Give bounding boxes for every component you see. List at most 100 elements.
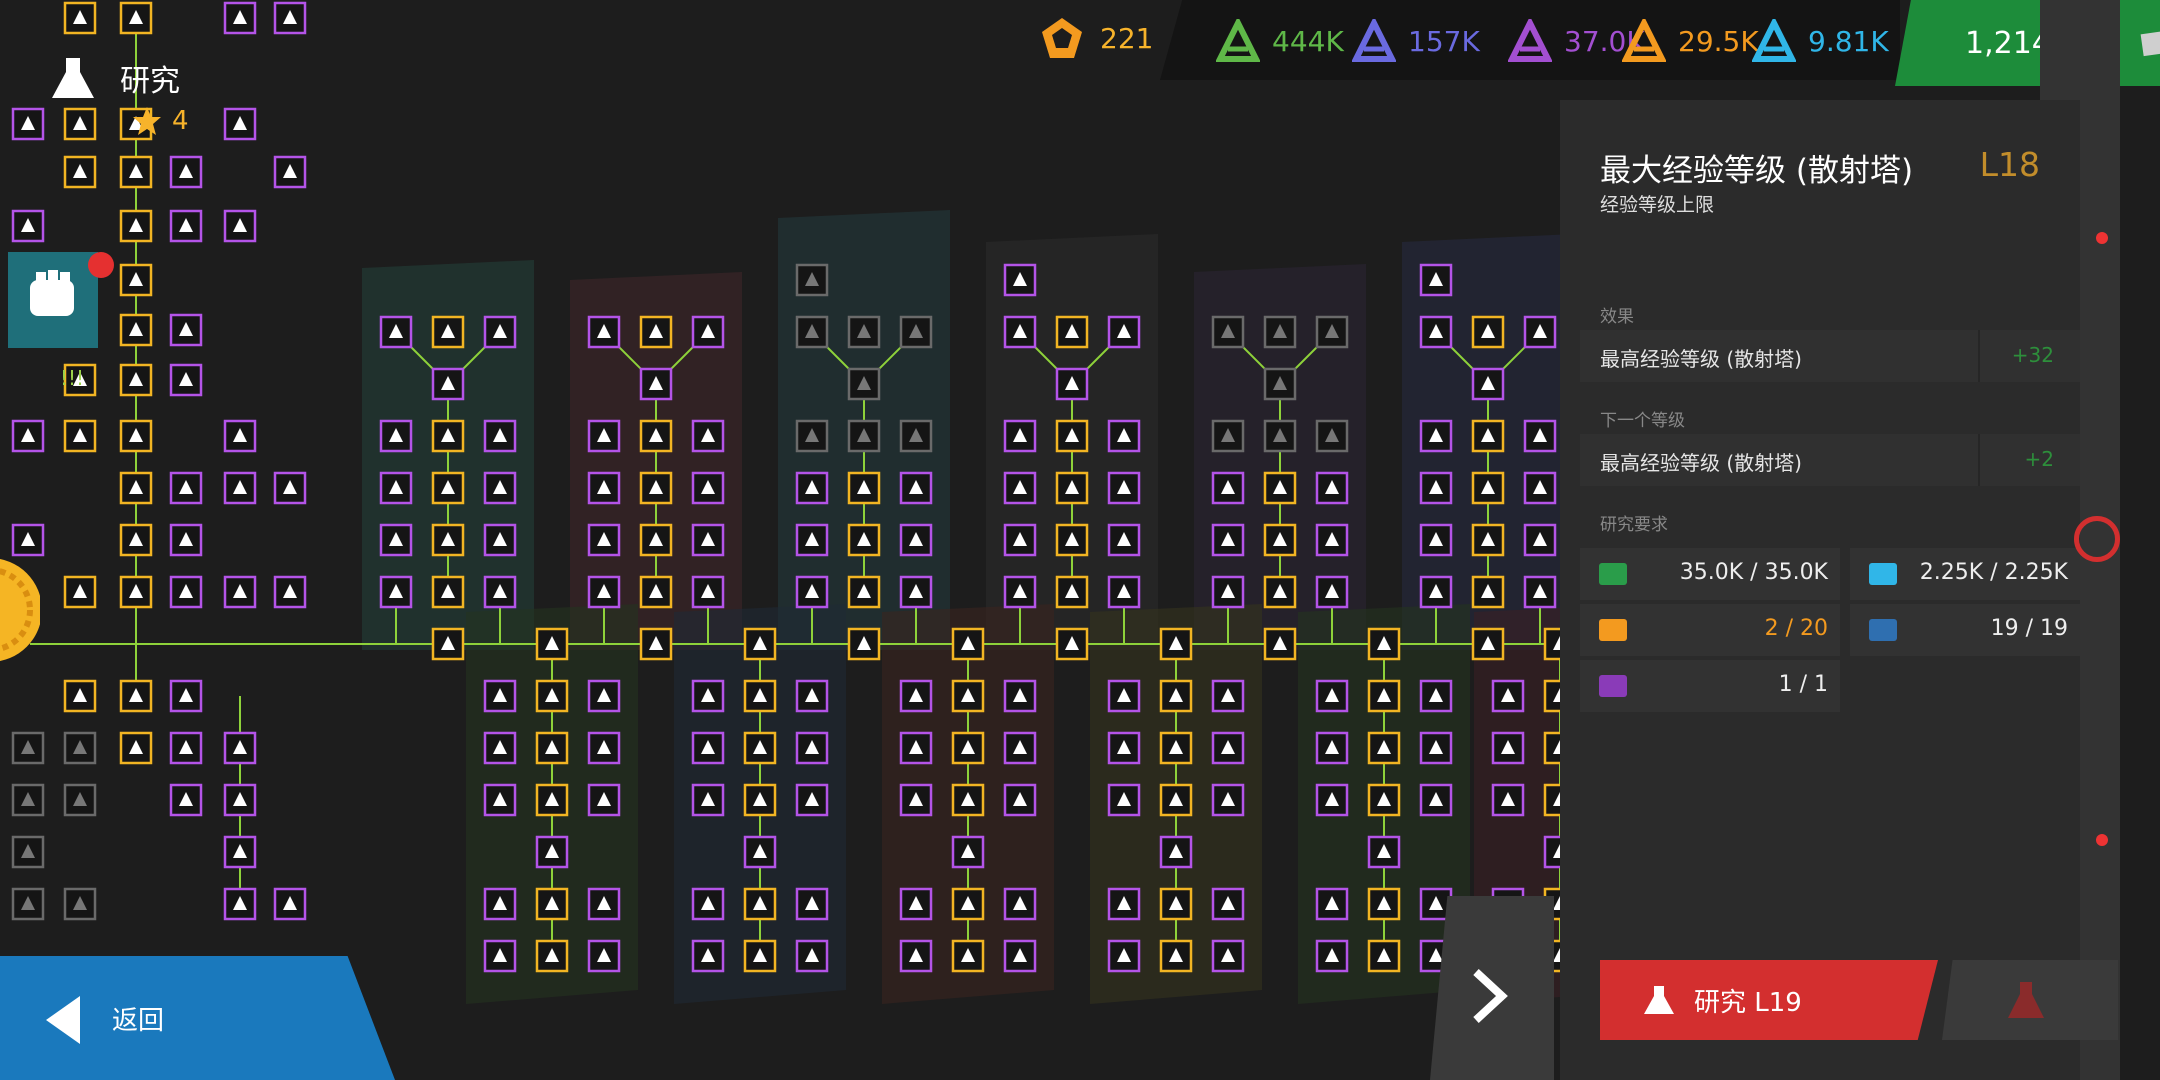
research-node[interactable] <box>11 419 45 453</box>
research-node[interactable] <box>483 783 517 817</box>
research-node[interactable] <box>899 783 933 817</box>
research-node[interactable] <box>483 523 517 557</box>
research-node[interactable] <box>223 107 257 141</box>
research-node[interactable] <box>119 731 153 765</box>
research-node[interactable] <box>1315 731 1349 765</box>
research-node[interactable] <box>1419 679 1453 713</box>
research-node[interactable] <box>379 523 413 557</box>
research-node[interactable] <box>691 731 725 765</box>
research-node[interactable] <box>1315 939 1349 973</box>
research-node[interactable] <box>169 679 203 713</box>
research-node[interactable] <box>169 523 203 557</box>
research-node[interactable] <box>63 679 97 713</box>
research-node[interactable] <box>1315 679 1349 713</box>
research-node[interactable] <box>1211 679 1245 713</box>
money-display[interactable]: 1,214,685 <box>1895 0 2160 86</box>
research-node[interactable] <box>431 471 465 505</box>
research-node[interactable] <box>223 419 257 453</box>
research-node[interactable] <box>535 783 569 817</box>
research-node[interactable] <box>1523 471 1557 505</box>
research-node[interactable] <box>1107 939 1141 973</box>
research-node[interactable] <box>431 575 465 609</box>
research-node[interactable] <box>535 679 569 713</box>
research-node[interactable] <box>483 575 517 609</box>
research-node[interactable] <box>691 471 725 505</box>
research-node[interactable] <box>1107 523 1141 557</box>
research-node[interactable] <box>951 627 985 661</box>
research-node[interactable] <box>1055 575 1089 609</box>
research-node[interactable] <box>951 679 985 713</box>
research-node[interactable] <box>795 679 829 713</box>
research-node[interactable] <box>1419 523 1453 557</box>
next-page-button[interactable] <box>1430 896 1554 1080</box>
research-node[interactable] <box>1107 471 1141 505</box>
research-node[interactable] <box>847 367 881 401</box>
research-node[interactable] <box>1055 367 1089 401</box>
research-node[interactable] <box>639 523 673 557</box>
research-node[interactable] <box>743 939 777 973</box>
research-node[interactable] <box>1107 315 1141 349</box>
research-node[interactable] <box>1315 575 1349 609</box>
research-node[interactable] <box>639 471 673 505</box>
research-node[interactable] <box>1523 419 1557 453</box>
research-node[interactable] <box>1491 783 1525 817</box>
research-node[interactable] <box>119 263 153 297</box>
research-node[interactable] <box>899 315 933 349</box>
research-node[interactable] <box>431 367 465 401</box>
research-node[interactable] <box>1211 523 1245 557</box>
research-node[interactable] <box>273 887 307 921</box>
research-node[interactable] <box>1419 731 1453 765</box>
research-node[interactable] <box>587 887 621 921</box>
research-node[interactable] <box>1419 783 1453 817</box>
research-node[interactable] <box>951 731 985 765</box>
research-node[interactable] <box>743 783 777 817</box>
research-node[interactable] <box>795 419 829 453</box>
research-node[interactable] <box>169 363 203 397</box>
research-node[interactable] <box>1367 627 1401 661</box>
research-node[interactable] <box>63 155 97 189</box>
research-node[interactable] <box>11 107 45 141</box>
back-button[interactable]: 返回 <box>0 956 395 1080</box>
research-node[interactable] <box>379 471 413 505</box>
research-node[interactable] <box>119 523 153 557</box>
research-node[interactable] <box>1211 471 1245 505</box>
research-node[interactable] <box>223 783 257 817</box>
research-node[interactable] <box>535 835 569 869</box>
research-node[interactable] <box>847 419 881 453</box>
research-node[interactable] <box>169 209 203 243</box>
research-node[interactable] <box>119 679 153 713</box>
research-node[interactable] <box>169 783 203 817</box>
research-node[interactable] <box>273 575 307 609</box>
research-node[interactable] <box>169 575 203 609</box>
research-node[interactable] <box>1211 731 1245 765</box>
research-node[interactable] <box>273 155 307 189</box>
research-node[interactable] <box>1263 367 1297 401</box>
research-node[interactable] <box>639 315 673 349</box>
research-node[interactable] <box>483 315 517 349</box>
research-node[interactable] <box>795 471 829 505</box>
research-node[interactable] <box>11 835 45 869</box>
research-node[interactable] <box>1367 887 1401 921</box>
research-node[interactable] <box>1211 783 1245 817</box>
research-node[interactable] <box>1523 315 1557 349</box>
instant-research-button[interactable] <box>1942 960 2118 1040</box>
research-node[interactable] <box>951 783 985 817</box>
research-node[interactable] <box>431 523 465 557</box>
research-node[interactable] <box>795 731 829 765</box>
research-node[interactable] <box>119 1 153 35</box>
research-node[interactable] <box>11 731 45 765</box>
research-node[interactable] <box>795 939 829 973</box>
research-node[interactable] <box>1263 627 1297 661</box>
research-node[interactable] <box>1055 419 1089 453</box>
research-node[interactable] <box>1315 471 1349 505</box>
research-node[interactable] <box>691 887 725 921</box>
research-node[interactable] <box>223 209 257 243</box>
research-node[interactable] <box>1315 783 1349 817</box>
research-node[interactable] <box>1003 419 1037 453</box>
research-node[interactable] <box>587 679 621 713</box>
research-node[interactable] <box>1263 315 1297 349</box>
research-node[interactable] <box>691 575 725 609</box>
research-node[interactable] <box>1315 315 1349 349</box>
research-node[interactable] <box>899 939 933 973</box>
research-node[interactable] <box>639 575 673 609</box>
